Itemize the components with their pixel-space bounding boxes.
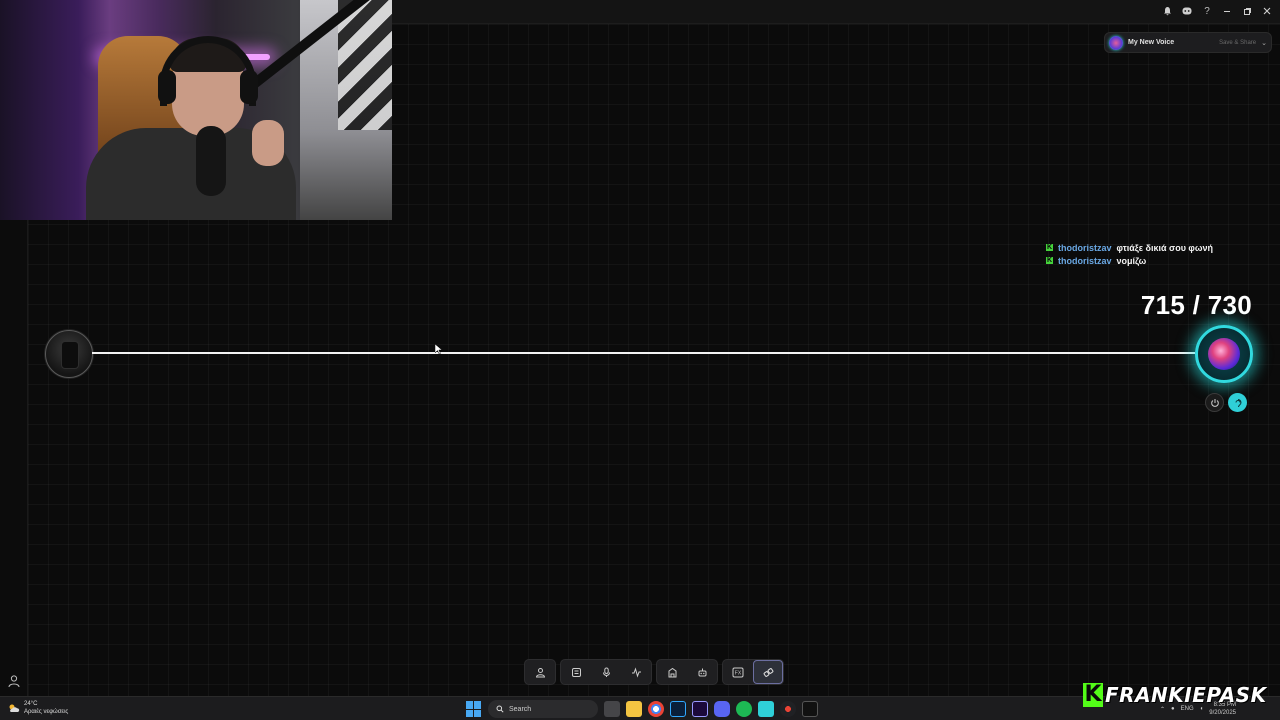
taskbar-search[interactable]: Search: [488, 700, 598, 718]
microphone-icon[interactable]: [591, 660, 621, 684]
toolbar-group: FX: [722, 659, 784, 685]
kick-badge-icon: K: [1046, 244, 1053, 251]
help-icon[interactable]: ?: [1200, 3, 1214, 19]
minimize-icon[interactable]: [1220, 3, 1234, 19]
weather-desc: Αραιές νεφώσεις: [24, 709, 69, 715]
bottom-toolbar: FX: [524, 659, 784, 685]
output-controls: [1205, 393, 1247, 413]
kick-badge-icon: K: [1046, 257, 1053, 264]
weather-temp: 24°C: [24, 701, 38, 707]
user-icon[interactable]: [525, 660, 555, 684]
weather-widget[interactable]: 24°C Αραιές νεφώσεις: [8, 700, 68, 716]
chat-message: K thodoristzav φτιάξε δικιά σου φωνή: [1046, 241, 1246, 254]
discord-icon[interactable]: [1180, 3, 1194, 19]
voice-output-node[interactable]: [1195, 325, 1253, 383]
windows-start-icon[interactable]: [466, 701, 482, 717]
building-icon[interactable]: [657, 660, 687, 684]
clock-date: 9/20/2025: [1209, 710, 1236, 716]
watermark-text: FRANKIEPASK: [1105, 682, 1267, 707]
spotify-icon[interactable]: [736, 701, 752, 717]
taskbar-apps: Search: [466, 700, 818, 718]
robot-icon[interactable]: [687, 660, 717, 684]
link-icon[interactable]: [753, 660, 783, 684]
waveform-icon[interactable]: [621, 660, 651, 684]
voice-orb-avatar: [1208, 338, 1240, 370]
streamer-watermark: K FRANKIEPASK: [1083, 681, 1267, 708]
premiere-icon[interactable]: [692, 701, 708, 717]
streamer-webcam-overlay: [0, 0, 392, 220]
chevron-down-icon[interactable]: ⌄: [1261, 39, 1267, 47]
voice-avatar: [1109, 35, 1123, 50]
search-icon: [496, 705, 504, 713]
fx-icon[interactable]: FX: [723, 660, 753, 684]
user-profile-icon[interactable]: [7, 674, 21, 688]
app-root: ? My New Voice Save & Share ⌄ K thodoris…: [0, 0, 1280, 720]
usage-counter: 715 / 730: [1140, 290, 1252, 320]
chat-text: φτιάξε δικιά σου φωνή: [1116, 242, 1213, 253]
calculator-icon[interactable]: [561, 660, 591, 684]
fx-label: FX: [735, 670, 742, 676]
voice-app-icon[interactable]: [758, 701, 774, 717]
bell-icon[interactable]: [1160, 3, 1174, 19]
chat-message: K thodoristzav νομίζω: [1046, 254, 1246, 267]
toolbar-group: [560, 659, 652, 685]
toolbar-group: [656, 659, 718, 685]
file-explorer-icon[interactable]: [626, 701, 642, 717]
close-icon[interactable]: [1260, 3, 1274, 19]
discord-app-icon[interactable]: [714, 701, 730, 717]
chat-overlay: K thodoristzav φτιάξε δικιά σου φωνή K t…: [1046, 241, 1246, 267]
chat-username: thodoristzav: [1058, 242, 1112, 253]
maximize-icon[interactable]: [1240, 3, 1254, 19]
microphone-input-node[interactable]: [45, 330, 93, 378]
save-share-button[interactable]: Save & Share: [1219, 40, 1256, 46]
chrome-icon[interactable]: [648, 701, 664, 717]
voice-selector[interactable]: My New Voice Save & Share ⌄: [1104, 32, 1272, 53]
cloud-sun-icon: [9, 704, 20, 712]
power-button[interactable]: [1205, 393, 1224, 412]
search-label: Search: [509, 705, 532, 713]
microphone-icon: [61, 341, 79, 369]
chrome-alt-icon[interactable]: [780, 701, 796, 717]
terminal-icon[interactable]: [802, 701, 818, 717]
kick-logo: K: [1083, 682, 1103, 707]
toolbar-group: [524, 659, 556, 685]
task-view-icon[interactable]: [604, 701, 620, 717]
chat-username: thodoristzav: [1058, 255, 1112, 266]
listen-toggle-icon[interactable]: [1228, 393, 1247, 412]
signal-waveform-line: [92, 352, 1195, 354]
voice-name: My New Voice: [1128, 39, 1175, 46]
photoshop-icon[interactable]: [670, 701, 686, 717]
chat-text: νομίζω: [1116, 255, 1147, 266]
